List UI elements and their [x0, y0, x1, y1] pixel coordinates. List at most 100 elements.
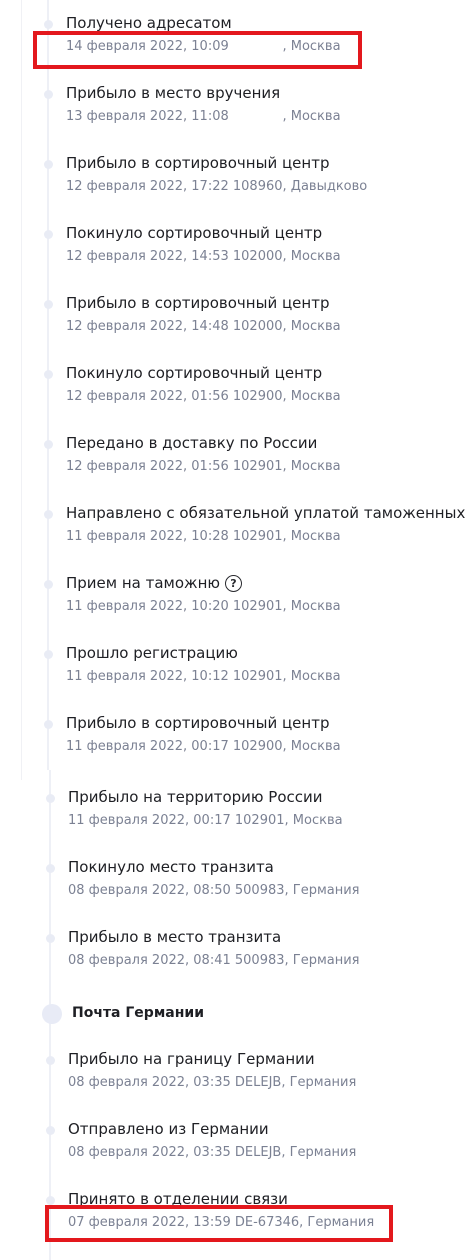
event-status: Отправлено из Германии [68, 1120, 269, 1138]
timeline-dot [44, 230, 53, 239]
timeline-dot [46, 1056, 55, 1065]
event-date: 08 февраля 2022, 03:35 [68, 1075, 231, 1090]
event-meta: 12 февраля 2022, 14:53 102000, Москва [66, 249, 341, 264]
event-meta: 11 февраля 2022, 10:20 102901, Москва [66, 599, 341, 614]
timeline-dot [46, 934, 55, 943]
event-meta: 08 февраля 2022, 08:41 500983, Германия [68, 953, 360, 968]
event-meta: 08 февраля 2022, 03:35 DELEJB, Германия [68, 1075, 356, 1090]
event-meta: 13 февраля 2022, 11:08 , Москва [66, 109, 341, 124]
timeline-event: Прибыло в сортировочный центр 11 февраля… [0, 700, 420, 770]
event-date: 07 февраля 2022, 13:59 [68, 1215, 231, 1230]
timeline-event: Принято в отделении связи 07 февраля 202… [0, 1176, 420, 1246]
event-meta: 11 февраля 2022, 00:17 102900, Москва [66, 739, 341, 754]
timeline-dot [46, 1196, 55, 1205]
event-date: 12 февраля 2022, 14:53 [66, 249, 229, 264]
timeline-event: Прибыло в место транзита 08 февраля 2022… [0, 914, 420, 984]
event-status: Прием на таможню? [66, 574, 242, 592]
event-status: Прибыло на границу Германии [68, 1050, 315, 1068]
event-place: DELEJB, Германия [234, 1075, 357, 1090]
event-meta: 12 февраля 2022, 01:56 102901, Москва [66, 459, 341, 474]
event-place: 500983, Германия [234, 953, 360, 968]
timeline-event: Прибыло на территорию России 11 февраля … [0, 774, 420, 844]
event-date: 11 февраля 2022, 00:17 [68, 813, 231, 828]
timeline-dot [44, 160, 53, 169]
timeline-dot [44, 440, 53, 449]
timeline-event: Прибыло в место вручения 13 февраля 2022… [0, 70, 420, 140]
section-title-carrier: Почта Германии [72, 1005, 205, 1021]
event-status: Прибыло на территорию России [68, 788, 323, 806]
event-status: Прибыло в сортировочный центр [66, 714, 330, 732]
event-meta: 08 февраля 2022, 03:35 DELEJB, Германия [68, 1145, 356, 1160]
timeline-event: Покинуло место транзита 08 февраля 2022,… [0, 844, 420, 914]
event-status: Принято в отделении связи [68, 1190, 288, 1208]
event-status: Покинуло место транзита [68, 858, 274, 876]
event-date: 13 февраля 2022, 11:08 [66, 109, 229, 124]
event-place: 102000, Москва [232, 249, 341, 264]
event-date: 12 февраля 2022, 14:48 [66, 319, 229, 334]
event-meta: 11 февраля 2022, 10:28 102901, Москва [66, 529, 341, 544]
event-date: 14 февраля 2022, 10:09 [66, 39, 229, 54]
event-status: Прибыло в место транзита [68, 928, 282, 946]
event-status: Прибыло в сортировочный центр [66, 154, 330, 172]
timeline-dot [44, 650, 53, 659]
timeline-event: Покинуло сортировочный центр 12 февраля … [0, 210, 420, 280]
event-place: 108960, Давыдково [232, 179, 368, 194]
timeline-dot [44, 370, 53, 379]
event-status: Прибыло в место вручения [66, 84, 281, 102]
timeline-event: Прибыло в сортировочный центр 12 февраля… [0, 140, 420, 210]
event-place: DE-67346, Германия [234, 1215, 375, 1230]
event-date: 11 февраля 2022, 10:28 [66, 529, 229, 544]
timeline-event: Прием на таможню? 11 февраля 2022, 10:20… [0, 560, 420, 630]
event-meta: 14 февраля 2022, 10:09 , Москва [66, 39, 341, 54]
event-place: 102901, Москва [232, 529, 341, 544]
timeline-event: Прибыло в сортировочный центр 12 февраля… [0, 280, 420, 350]
event-place: 102901, Москва [232, 459, 341, 474]
event-status: Получено адресатом [66, 14, 232, 32]
event-status: Покинуло сортировочный центр [66, 224, 323, 242]
event-place: , Москва [232, 109, 341, 124]
event-date: 11 февраля 2022, 10:12 [66, 669, 229, 684]
event-place: 102901, Москва [232, 599, 341, 614]
timeline-dot [46, 1126, 55, 1135]
event-place: 102000, Москва [232, 319, 341, 334]
event-meta: 12 февраля 2022, 01:56 102900, Москва [66, 389, 341, 404]
section-marker [42, 1004, 62, 1024]
timeline-event: Прошло регистрацию 11 февраля 2022, 10:1… [0, 630, 420, 700]
event-status: Направлено с обязательной уплатой таможе… [66, 504, 466, 522]
event-date: 08 февраля 2022, 08:50 [68, 883, 231, 898]
event-status: Покинуло сортировочный центр [66, 364, 323, 382]
timeline-event: Направлено с обязательной уплатой таможе… [0, 490, 466, 560]
event-place: 102901, Москва [234, 813, 343, 828]
timeline-event: Получено адресатом 14 февраля 2022, 10:0… [0, 0, 420, 70]
event-status-text: Прием на таможню [66, 574, 220, 592]
event-place: 102900, Москва [232, 389, 341, 404]
tracking-timeline: Получено адресатом 14 февраля 2022, 10:0… [0, 0, 466, 1260]
question-icon[interactable]: ? [225, 575, 242, 592]
timeline-dot [44, 720, 53, 729]
event-date: 08 февраля 2022, 08:41 [68, 953, 231, 968]
event-meta: 11 февраля 2022, 10:12 102901, Москва [66, 669, 341, 684]
timeline-event: Прибыло на границу Германии 08 февраля 2… [0, 1036, 420, 1106]
event-status: Прибыло в сортировочный центр [66, 294, 330, 312]
event-meta: 12 февраля 2022, 17:22 108960, Давыдково [66, 179, 367, 194]
event-date: 12 февраля 2022, 01:56 [66, 389, 229, 404]
timeline-dot [44, 90, 53, 99]
event-date: 11 февраля 2022, 10:20 [66, 599, 229, 614]
event-place: 500983, Германия [234, 883, 360, 898]
event-place: DELEJB, Германия [234, 1145, 357, 1160]
event-status: Передано в доставку по России [66, 434, 318, 452]
event-meta: 11 февраля 2022, 00:17 102901, Москва [68, 813, 343, 828]
event-place: 102900, Москва [232, 739, 341, 754]
timeline-event: Передано в доставку по России 12 февраля… [0, 420, 420, 490]
timeline-event: Отправлено из Германии 08 февраля 2022, … [0, 1106, 420, 1176]
event-date: 11 февраля 2022, 00:17 [66, 739, 229, 754]
event-date: 08 февраля 2022, 03:35 [68, 1145, 231, 1160]
timeline-dot [46, 864, 55, 873]
timeline-dot [44, 20, 53, 29]
event-meta: 07 февраля 2022, 13:59 DE-67346, Германи… [68, 1215, 374, 1230]
timeline-dot [44, 300, 53, 309]
event-date: 12 февраля 2022, 01:56 [66, 459, 229, 474]
event-meta: 08 февраля 2022, 08:50 500983, Германия [68, 883, 360, 898]
event-place: , Москва [232, 39, 341, 54]
timeline-dot [46, 794, 55, 803]
